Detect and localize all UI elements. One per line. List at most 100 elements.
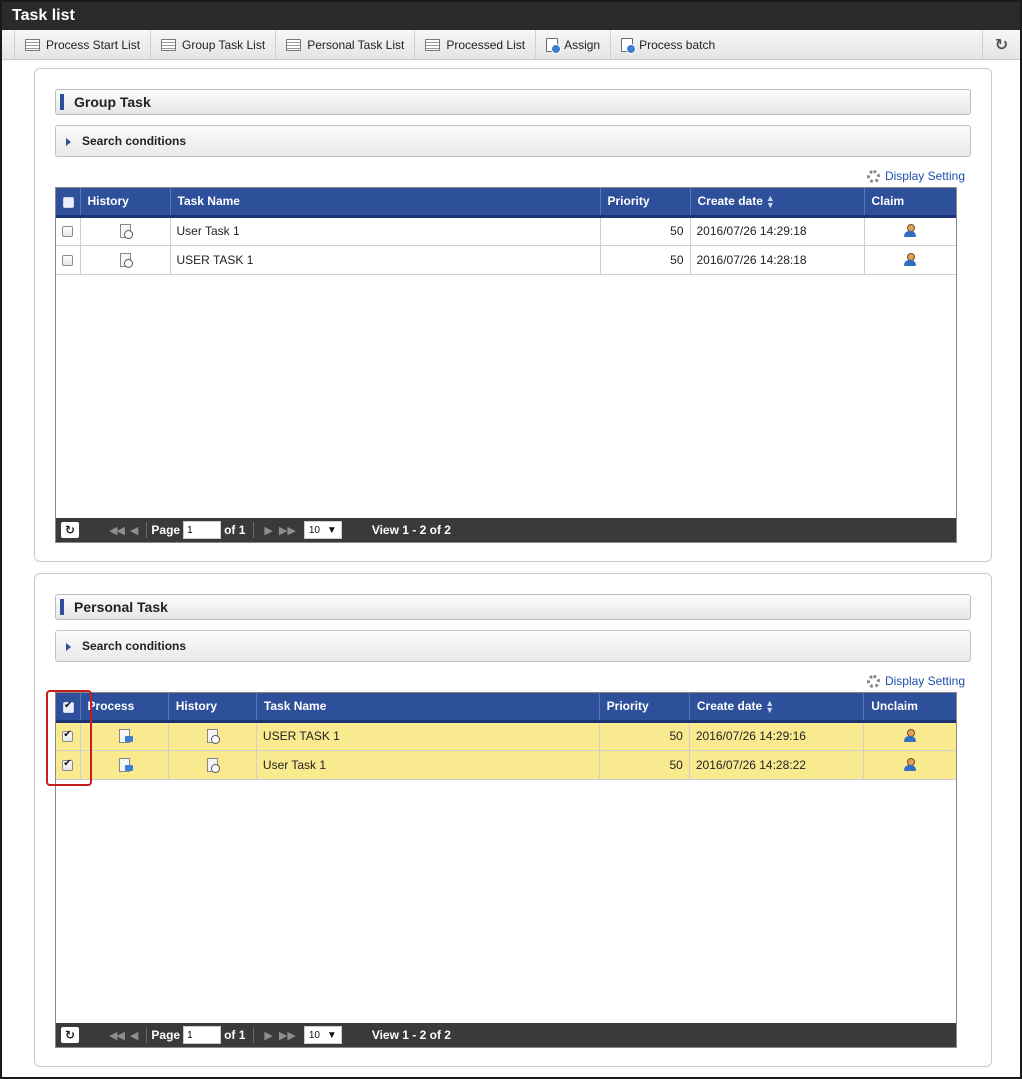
history-cell: [168, 750, 257, 780]
page-number-input[interactable]: [183, 521, 222, 539]
create-date-cell: 2016/07/26 14:28:18: [690, 245, 865, 275]
page-label: Page: [151, 523, 181, 537]
group-task-table: History Task Name Priority Create date ▲ ▼…: [56, 188, 956, 275]
pager-refresh-icon[interactable]: ↻: [61, 1027, 79, 1043]
group-search-conditions[interactable]: Search conditions: [55, 125, 971, 157]
process-batch-icon: [621, 37, 637, 54]
refresh-icon[interactable]: ↻: [982, 30, 1020, 59]
process-icon[interactable]: [118, 757, 133, 772]
process-start-list-button[interactable]: Process Start List: [14, 30, 150, 59]
last-page-icon[interactable]: ▶▶: [279, 524, 296, 537]
personal-search-conditions[interactable]: Search conditions: [55, 630, 971, 662]
col-process[interactable]: Process: [80, 693, 169, 723]
process-cell: [80, 721, 169, 751]
chevron-down-icon: ▼: [326, 1029, 337, 1041]
claim-user-icon[interactable]: [903, 252, 917, 267]
first-page-icon[interactable]: ◀◀: [109, 524, 125, 537]
col-create-date[interactable]: Create date ▲ ▼: [689, 693, 865, 723]
history-cell: [80, 245, 171, 275]
personal-task-list-button[interactable]: Personal Task List: [275, 30, 414, 59]
claim-user-icon[interactable]: [903, 224, 917, 238]
group-task-list-button[interactable]: Group Task List: [150, 30, 275, 59]
next-page-icon[interactable]: ▶: [264, 1029, 272, 1042]
gear-icon: [866, 169, 880, 183]
window-title: Task list: [2, 2, 1020, 30]
last-page-icon[interactable]: ▶▶: [279, 1029, 296, 1042]
next-page-icon[interactable]: ▶: [264, 524, 272, 537]
prev-page-icon[interactable]: ◀: [130, 1029, 138, 1042]
processed-list-label: Processed List: [446, 37, 526, 52]
expand-triangle-icon: [66, 643, 71, 651]
col-priority[interactable]: Priority: [600, 188, 691, 218]
history-icon[interactable]: [119, 252, 133, 268]
priority-cell: 50: [600, 245, 691, 275]
page-size-value: 10: [308, 524, 320, 536]
personal-search-label: Search conditions: [82, 639, 187, 653]
assign-icon: [546, 37, 562, 54]
col-create-date-label: Create date: [697, 193, 763, 208]
page-size-select[interactable]: 10 ▼: [303, 1026, 342, 1044]
history-cell: [168, 721, 257, 751]
pager-divider: [146, 522, 148, 538]
assign-button[interactable]: Assign: [535, 30, 610, 59]
view-count-text: View 1 - 2 of 2: [371, 1028, 451, 1042]
personal-task-grid: Process History Task Name Priority Creat…: [55, 692, 957, 1048]
unclaim-cell: [863, 721, 956, 751]
row-checkbox[interactable]: [62, 254, 74, 266]
row-checkbox[interactable]: [62, 758, 74, 771]
page-of-label: of 1: [224, 523, 246, 537]
priority-cell: 50: [600, 216, 691, 246]
col-history[interactable]: History: [80, 188, 171, 218]
col-history[interactable]: History: [168, 693, 257, 723]
group-select-all-cell: [56, 188, 81, 218]
processed-list-button[interactable]: Processed List: [414, 30, 535, 59]
col-claim[interactable]: Claim: [864, 188, 956, 218]
create-date-cell: 2016/07/26 14:29:18: [690, 216, 865, 246]
col-task-name[interactable]: Task Name: [256, 693, 600, 723]
personal-display-setting-link[interactable]: Display Setting: [866, 674, 965, 688]
history-cell: [80, 216, 171, 246]
create-date-cell: 2016/07/26 14:29:16: [689, 721, 865, 751]
col-unclaim[interactable]: Unclaim: [863, 693, 956, 723]
process-batch-button[interactable]: Process batch: [610, 30, 725, 59]
col-priority[interactable]: Priority: [599, 693, 690, 723]
group-select-all-checkbox[interactable]: [63, 196, 74, 208]
page-size-value: 10: [308, 1029, 320, 1041]
personal-select-all-checkbox[interactable]: [63, 700, 74, 713]
page-number-input[interactable]: [183, 1026, 222, 1044]
group-task-grid: History Task Name Priority Create date ▲ ▼…: [55, 187, 957, 543]
assign-label: Assign: [564, 37, 601, 52]
col-create-date[interactable]: Create date ▲ ▼: [690, 188, 865, 218]
unclaim-user-icon[interactable]: [903, 729, 917, 743]
table-row[interactable]: USER TASK 1 50 2016/07/26 14:28:18: [56, 245, 956, 275]
row-checkbox[interactable]: [62, 729, 74, 743]
personal-task-panel: Personal Task Search conditions Display …: [34, 573, 992, 1067]
process-icon[interactable]: [118, 729, 133, 744]
table-row[interactable]: User Task 1 50 2016/07/26 14:29:18: [56, 216, 956, 246]
claim-cell: [864, 245, 956, 275]
col-task-name[interactable]: Task Name: [170, 188, 601, 218]
first-page-icon[interactable]: ◀◀: [109, 1029, 125, 1042]
history-icon[interactable]: [119, 224, 133, 240]
task-name-cell: USER TASK 1: [256, 721, 600, 751]
sort-icon: ▲ ▼: [765, 192, 775, 210]
group-display-setting-link[interactable]: Display Setting: [866, 169, 965, 183]
toolbar: Process Start List Group Task List Perso…: [2, 30, 1020, 60]
page-of-label: of 1: [224, 1028, 246, 1042]
task-name-cell: User Task 1: [170, 216, 601, 246]
row-checkbox[interactable]: [62, 226, 74, 238]
prev-page-icon[interactable]: ◀: [130, 524, 138, 537]
unclaim-user-icon[interactable]: [903, 757, 917, 772]
group-pager: ↻ ◀◀ ◀ Page of 1 ▶ ▶▶ 10 ▼ View 1 - 2 of…: [56, 518, 956, 542]
table-row[interactable]: USER TASK 1 50 2016/07/26 14:29:16: [56, 721, 956, 751]
task-name-cell: USER TASK 1: [170, 245, 601, 275]
claim-cell: [864, 216, 956, 246]
history-icon[interactable]: [206, 729, 220, 745]
pager-refresh-icon[interactable]: ↻: [61, 522, 79, 538]
gear-icon: [866, 674, 880, 688]
history-icon[interactable]: [206, 757, 220, 773]
personal-select-all-cell: [56, 693, 81, 723]
table-row[interactable]: User Task 1 50 2016/07/26 14:28:22: [56, 750, 956, 780]
group-task-list-label: Group Task List: [182, 37, 266, 52]
page-size-select[interactable]: 10 ▼: [303, 521, 342, 539]
